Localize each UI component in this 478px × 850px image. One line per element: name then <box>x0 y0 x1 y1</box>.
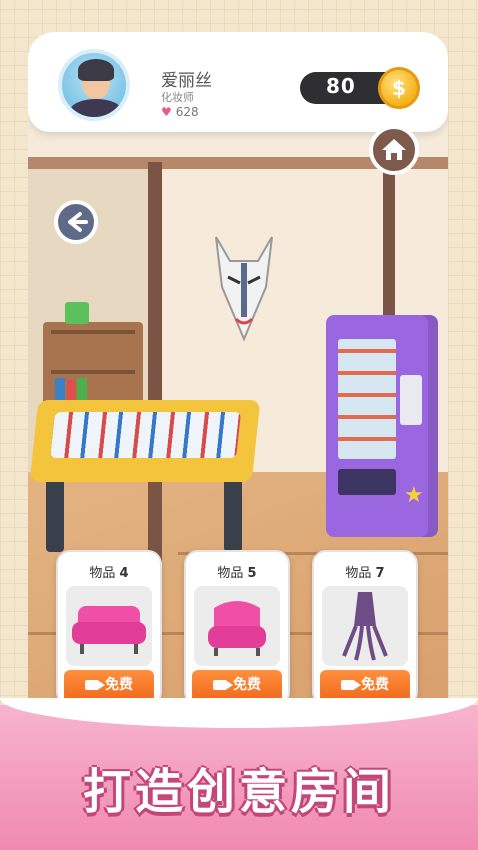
foosball-field <box>50 412 242 458</box>
item-card[interactable]: 物品 7 免费 <box>312 550 418 706</box>
free-button[interactable]: 免费 <box>64 670 154 700</box>
home-button[interactable] <box>369 125 419 175</box>
table-leg <box>46 472 64 552</box>
likes-count: ♥ 628 <box>161 105 199 119</box>
avatar[interactable] <box>58 49 130 121</box>
player-name: 爱丽丝 <box>161 71 212 91</box>
heart-icon: ♥ <box>161 105 172 119</box>
free-button[interactable]: 免费 <box>192 670 282 700</box>
profile-panel: 爱丽丝 化妆师 ♥ 628 80 $ <box>28 32 448 132</box>
back-arrow-icon <box>68 212 88 232</box>
table-leg <box>224 472 242 552</box>
home-icon <box>382 139 406 160</box>
coin-value: 80 <box>326 74 356 98</box>
video-camera-icon <box>85 680 105 690</box>
video-camera-icon <box>213 680 233 690</box>
banner-slogan: 打造创意房间 <box>82 764 395 820</box>
item-title: 物品 5 <box>217 566 257 581</box>
fox-mask[interactable] <box>208 227 280 347</box>
wood-pillar <box>148 162 162 562</box>
item-card[interactable]: 物品 5 免费 <box>184 550 290 706</box>
item-title: 物品 4 <box>89 566 129 581</box>
item-image-squid <box>322 586 408 666</box>
item-image-armchair <box>194 586 280 666</box>
game-viewport: ★ 爱丽丝 化妆师 ♥ 628 80 $ 物品 4 免费 物品 5 免费 物品 … <box>28 32 448 722</box>
back-button[interactable] <box>54 200 98 244</box>
vending-window <box>338 339 396 459</box>
likes-value: 628 <box>175 105 199 119</box>
player-role: 化妆师 <box>161 91 194 104</box>
foosball-table[interactable] <box>29 400 261 482</box>
vending-machine[interactable]: ★ <box>326 315 438 537</box>
coin-icon: $ <box>378 67 420 109</box>
free-button[interactable]: 免费 <box>320 670 410 700</box>
item-title: 物品 7 <box>345 566 385 581</box>
item-card[interactable]: 物品 4 免费 <box>56 550 162 706</box>
vending-slot <box>338 469 396 495</box>
video-camera-icon <box>341 680 361 690</box>
item-image-sofa <box>66 586 152 666</box>
